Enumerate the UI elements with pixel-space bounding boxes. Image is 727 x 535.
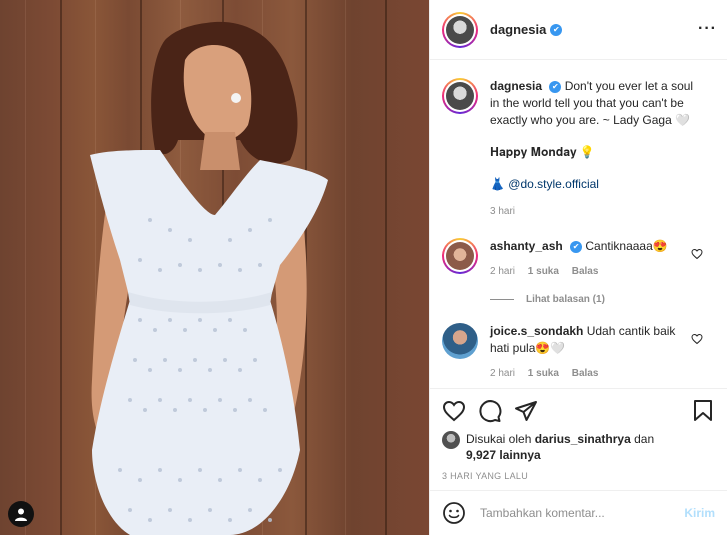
- emoji-icon[interactable]: [442, 501, 466, 525]
- commenter-avatar[interactable]: [442, 323, 478, 359]
- user-tag-icon[interactable]: [8, 501, 34, 527]
- likes-middle: dan: [634, 432, 655, 446]
- comment-input[interactable]: Tambahkan komentar...: [480, 506, 684, 520]
- comment-like-heart-icon[interactable]: [691, 333, 703, 345]
- post-photo[interactable]: [0, 0, 429, 535]
- commenter-avatar[interactable]: [442, 238, 478, 274]
- more-options-icon[interactable]: ···: [698, 20, 717, 38]
- post-actions: Disukai oleh darius_sinathrya dan 9,927 …: [430, 388, 727, 481]
- caption-username[interactable]: dagnesia: [490, 79, 542, 93]
- caption-text-block: dagnesia ✔ Don't you ever let a soul in …: [490, 78, 705, 129]
- verified-badge-icon: ✔: [570, 240, 583, 253]
- comment-like-count[interactable]: 1 suka: [528, 368, 559, 379]
- comment-like-count[interactable]: 1 suka: [528, 266, 559, 277]
- reply-button[interactable]: Balas: [572, 266, 599, 277]
- comment-item: joice.s_sondakh Udah cantik baik hati pu…: [442, 323, 715, 382]
- caption-mention-link[interactable]: @do.style.official: [508, 177, 599, 191]
- share-icon[interactable]: [514, 399, 538, 423]
- liker-avatar[interactable]: [442, 431, 460, 449]
- woman-in-white-dress: [90, 21, 328, 535]
- post-header: dagnesia ✔ ···: [430, 0, 727, 60]
- commenter-username[interactable]: joice.s_sondakh: [490, 324, 583, 338]
- post-comment-button[interactable]: Kirim: [684, 506, 715, 520]
- post-timestamp[interactable]: 3 HARI YANG LALU: [442, 471, 715, 481]
- author-avatar[interactable]: [442, 11, 478, 48]
- caption-author-avatar[interactable]: [442, 78, 478, 114]
- post-details-panel: dagnesia ✔ ··· dagnesia ✔ Don't you ever…: [429, 0, 727, 535]
- comment-icon[interactable]: [478, 399, 502, 423]
- commenter-username[interactable]: ashanty_ash: [490, 239, 563, 253]
- caption-time[interactable]: 3 hari: [490, 203, 705, 220]
- verified-badge-icon: ✔: [550, 23, 563, 36]
- comment-text: Cantiknaaaa😍: [585, 239, 668, 253]
- liker-username[interactable]: darius_sinathrya: [535, 432, 631, 446]
- view-replies-label: Lihat balasan (1): [526, 294, 605, 305]
- caption-line-3: 👗 @do.style.official: [490, 176, 705, 193]
- heart-icon[interactable]: [442, 399, 466, 423]
- comment-item: ashanty_ash ✔ Cantiknaaaa😍 2 hari 1 suka…: [442, 238, 715, 280]
- dress-emoji: 👗: [490, 177, 505, 191]
- likes-summary: Disukai oleh darius_sinathrya dan 9,927 …: [442, 431, 715, 463]
- likes-count[interactable]: 9,927 lainnya: [466, 448, 541, 462]
- author-username[interactable]: dagnesia: [490, 22, 546, 37]
- post-caption: dagnesia ✔ Don't you ever let a soul in …: [442, 78, 715, 220]
- comment-time[interactable]: 2 hari: [490, 266, 515, 277]
- reply-button[interactable]: Balas: [572, 368, 599, 379]
- add-comment-bar: Tambahkan komentar... Kirim: [430, 490, 727, 535]
- comment-time[interactable]: 2 hari: [490, 368, 515, 379]
- bookmark-icon[interactable]: [691, 399, 715, 423]
- likes-prefix: Disukai oleh: [466, 432, 532, 446]
- comments-list[interactable]: dagnesia ✔ Don't you ever let a soul in …: [430, 60, 727, 388]
- view-replies-button[interactable]: Lihat balasan (1): [490, 294, 715, 305]
- comment-like-heart-icon[interactable]: [691, 248, 703, 260]
- verified-badge-icon: ✔: [549, 80, 562, 93]
- caption-line-2: 𝐇𝐚𝐩𝐩𝐲 𝐌𝐨𝐧𝐝𝐚𝐲 💡: [490, 145, 595, 159]
